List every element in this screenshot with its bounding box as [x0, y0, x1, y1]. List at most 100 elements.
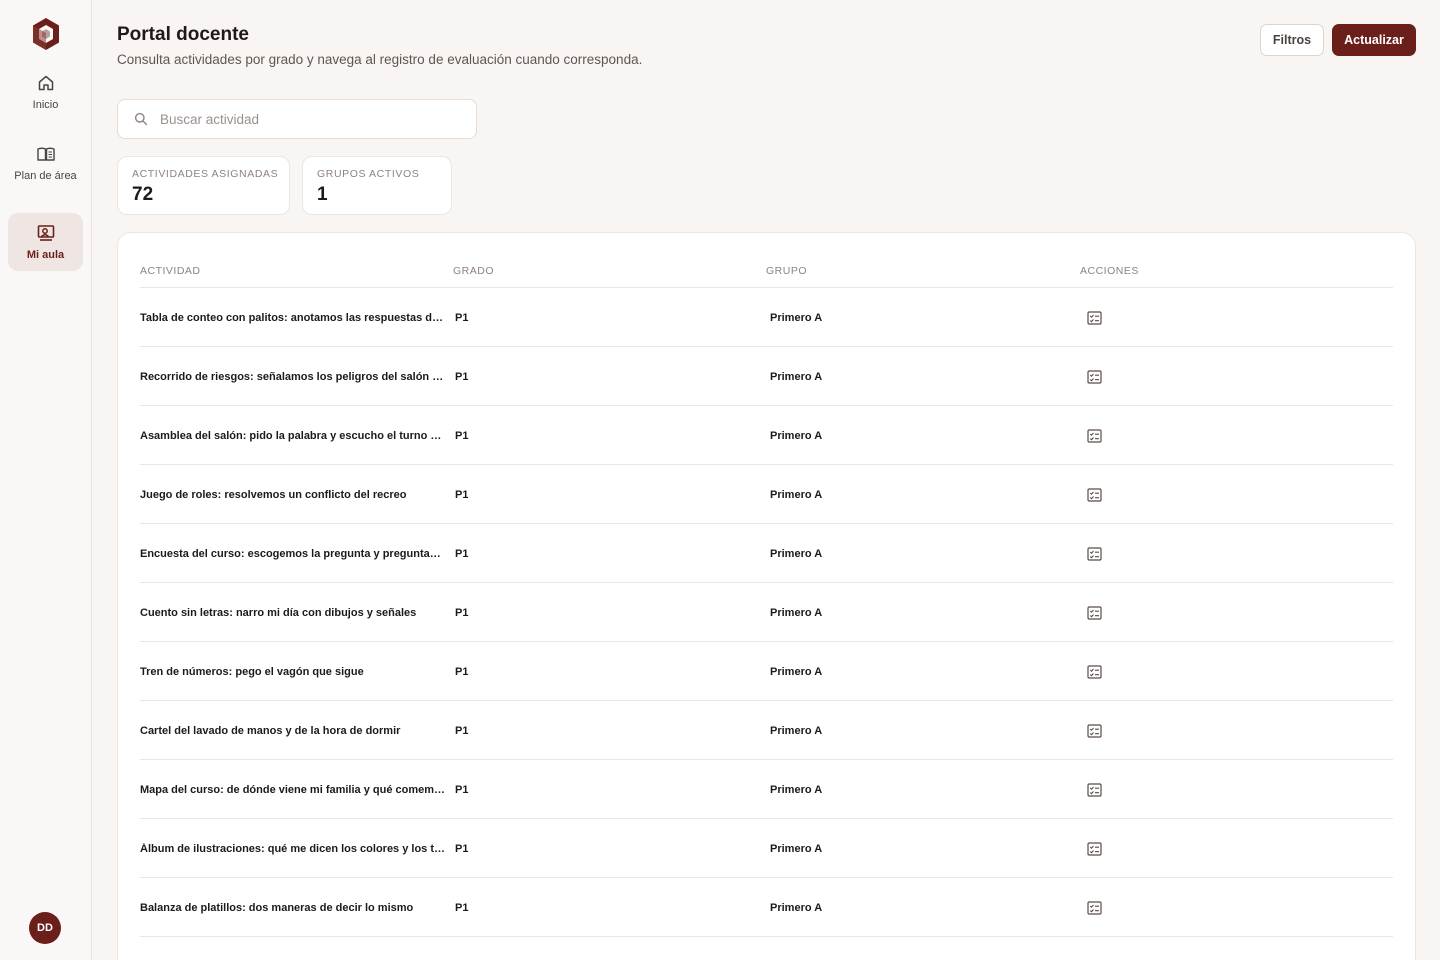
cell-grado: P1 — [455, 547, 469, 560]
evaluation-register-button[interactable] — [1084, 898, 1104, 918]
cell-grado: P1 — [455, 488, 469, 501]
table-body: Tabla de conteo con palitos: anotamos la… — [140, 288, 1393, 960]
stat-value: 72 — [132, 184, 154, 205]
evaluation-register-button[interactable] — [1084, 308, 1104, 328]
cell-acciones — [1084, 937, 1104, 960]
table-row[interactable]: Tren de números: pego el vagón que sigue… — [140, 642, 1393, 701]
activities-table: Actividad Grado Grupo Acciones Tabla de … — [117, 232, 1416, 960]
main-content: Portal docente Consulta actividades por … — [92, 0, 1440, 960]
update-button[interactable]: Actualizar — [1332, 24, 1416, 56]
cell-actividad: Balanza de platillos: dos maneras de dec… — [140, 878, 446, 937]
cell-actividad: Cuento sin letras: narro mi día con dibu… — [140, 583, 446, 642]
page-subtitle: Consulta actividades por grado y navega … — [117, 52, 643, 67]
cell-actividad: Asamblea del salón: pido la palabra y es… — [140, 406, 446, 465]
evaluation-register-button[interactable] — [1084, 426, 1104, 446]
evaluation-icon — [1086, 310, 1102, 325]
home-icon — [38, 75, 53, 91]
book-icon — [36, 147, 55, 161]
cell-grupo: Primero A — [770, 311, 823, 324]
sidebar-item-label: Mi aula — [26, 249, 65, 261]
cell-actividad: Recorrido de riesgos: señalamos los peli… — [140, 347, 446, 406]
evaluation-icon — [1086, 900, 1102, 915]
app-logo[interactable] — [30, 16, 62, 52]
classroom-icon — [37, 225, 54, 241]
table-row[interactable]: Recorrido de riesgos: señalamos los peli… — [140, 347, 1393, 406]
evaluation-icon — [1086, 723, 1102, 738]
cell-actividad: Álbum de ilustraciones: qué me dicen los… — [140, 819, 446, 878]
evaluation-register-button[interactable] — [1084, 485, 1104, 505]
table-row[interactable]: Encuesta del curso: escogemos la pregunt… — [140, 524, 1393, 583]
cell-grupo: Primero A — [770, 783, 823, 796]
activity-name: Recorrido de riesgos: señalamos los peli… — [140, 370, 446, 383]
stat-card-actividades: Actividades asignadas 72 — [117, 156, 290, 215]
evaluation-icon — [1086, 841, 1102, 856]
sidebar-item-inicio[interactable]: Inicio — [8, 63, 83, 121]
evaluation-icon — [1086, 428, 1102, 443]
table-row[interactable] — [140, 937, 1393, 960]
sidebar-item-plan-de-area[interactable]: Plan de área — [8, 134, 83, 192]
sidebar-item-mi-aula[interactable]: Mi aula — [8, 213, 83, 271]
evaluation-icon — [1086, 369, 1102, 384]
cell-grupo: Primero A — [770, 665, 823, 678]
search-input[interactable] — [160, 111, 460, 127]
cell-grado: P1 — [455, 901, 469, 914]
table-row[interactable]: Mapa del curso: de dónde viene mi famili… — [140, 760, 1393, 819]
cell-grupo: Primero A — [770, 842, 823, 855]
evaluation-register-button[interactable] — [1084, 367, 1104, 387]
stat-label: Grupos activos — [317, 168, 420, 180]
cell-actividad: Mapa del curso: de dónde viene mi famili… — [140, 760, 446, 819]
column-header-acciones: Acciones — [1080, 265, 1139, 277]
evaluation-icon — [1086, 487, 1102, 502]
cell-grado: P1 — [455, 724, 469, 737]
table-row[interactable]: Cartel del lavado de manos y de la hora … — [140, 701, 1393, 760]
evaluation-register-button[interactable] — [1084, 721, 1104, 741]
column-header-actividad: Actividad — [140, 265, 201, 277]
activity-name: Tren de números: pego el vagón que sigue — [140, 665, 364, 678]
column-header-grupo: Grupo — [766, 265, 808, 277]
table-row[interactable]: Balanza de platillos: dos maneras de dec… — [140, 878, 1393, 937]
user-avatar[interactable]: DD — [29, 912, 61, 944]
table-row[interactable]: Álbum de ilustraciones: qué me dicen los… — [140, 819, 1393, 878]
cell-grado: P1 — [455, 606, 469, 619]
cell-acciones — [1084, 583, 1104, 642]
table-row[interactable]: Juego de roles: resolvemos un conflicto … — [140, 465, 1393, 524]
evaluation-register-button[interactable] — [1084, 544, 1104, 564]
evaluation-register-button[interactable] — [1084, 839, 1104, 859]
cell-acciones — [1084, 819, 1104, 878]
filters-button[interactable]: Filtros — [1260, 24, 1324, 56]
evaluation-register-button[interactable] — [1084, 662, 1104, 682]
cell-actividad: Cartel del lavado de manos y de la hora … — [140, 701, 446, 760]
sidebar: Inicio Plan de área Mi aula DD — [0, 0, 92, 960]
evaluation-register-button[interactable] — [1084, 780, 1104, 800]
cell-actividad: Tabla de conteo con palitos: anotamos la… — [140, 288, 446, 347]
cell-grupo: Primero A — [770, 547, 823, 560]
logo-icon — [33, 18, 59, 50]
cell-grado: P1 — [455, 311, 469, 324]
activity-name: Asamblea del salón: pido la palabra y es… — [140, 429, 446, 442]
cell-grado: P1 — [455, 783, 469, 796]
evaluation-register-button[interactable] — [1084, 603, 1104, 623]
search-box — [117, 99, 477, 139]
table-row[interactable]: Asamblea del salón: pido la palabra y es… — [140, 406, 1393, 465]
cell-grupo: Primero A — [770, 606, 823, 619]
table-header: Actividad Grado Grupo Acciones — [140, 233, 1393, 288]
column-header-grado: Grado — [453, 265, 495, 277]
cell-actividad — [140, 937, 446, 960]
cell-grado: P1 — [455, 665, 469, 678]
evaluation-icon — [1086, 605, 1102, 620]
activity-name: Balanza de platillos: dos maneras de dec… — [140, 901, 414, 914]
cell-grupo: Primero A — [770, 488, 823, 501]
activity-name: Juego de roles: resolvemos un conflicto … — [140, 488, 407, 501]
evaluation-icon — [1086, 546, 1102, 561]
evaluation-icon — [1086, 782, 1102, 797]
table-row[interactable]: Cuento sin letras: narro mi día con dibu… — [140, 583, 1393, 642]
sidebar-item-label: Plan de área — [14, 170, 77, 182]
evaluation-register-button[interactable] — [1084, 957, 1104, 960]
cell-acciones — [1084, 524, 1104, 583]
cell-acciones — [1084, 465, 1104, 524]
cell-acciones — [1084, 642, 1104, 701]
cell-grupo: Primero A — [770, 724, 823, 737]
stat-value: 1 — [317, 184, 328, 205]
table-row[interactable]: Tabla de conteo con palitos: anotamos la… — [140, 288, 1393, 347]
stat-card-grupos: Grupos activos 1 — [302, 156, 452, 215]
